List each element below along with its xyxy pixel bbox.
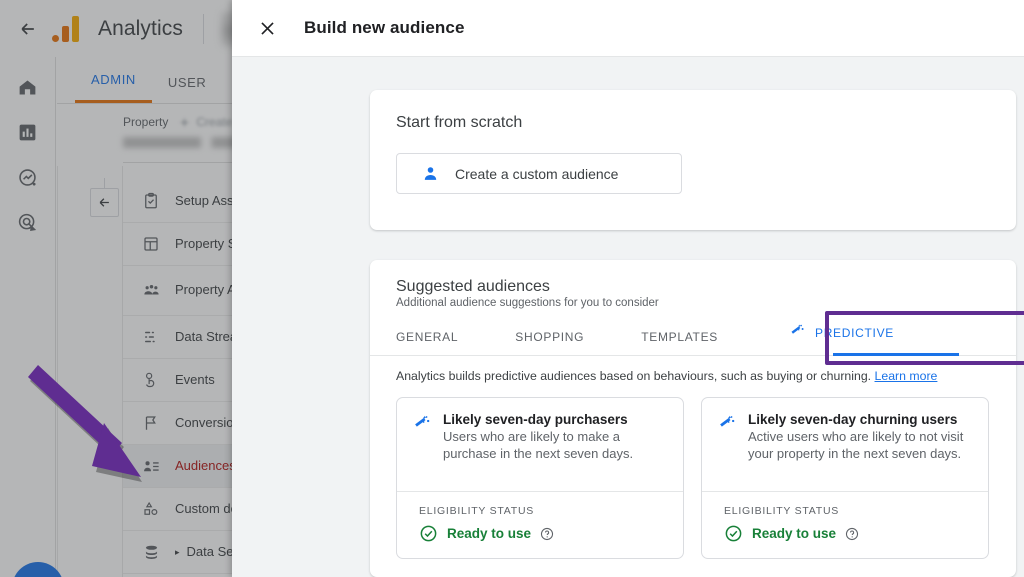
status-badge: Ready to use: [447, 526, 532, 541]
audience-card-top: Likely seven-day churning users Active u…: [702, 398, 988, 491]
create-custom-audience-button[interactable]: Create a custom audience: [396, 153, 682, 194]
audience-card-likely-seven-day-purchasers[interactable]: Likely seven-day purchasers Users who ar…: [396, 397, 684, 559]
audience-card-likely-seven-day-churning-users[interactable]: Likely seven-day churning users Active u…: [701, 397, 989, 559]
check-circle-icon: [724, 524, 743, 543]
tab-templates[interactable]: TEMPLATES: [641, 330, 718, 355]
tab-general[interactable]: GENERAL: [396, 330, 458, 355]
eligibility-status-label: ELIGIBILITY STATUS: [724, 505, 840, 517]
check-circle-icon: [419, 524, 438, 543]
suggested-audiences-tabs: GENERAL SHOPPING TEMPLATES PREDICTIVE: [370, 311, 1024, 365]
predictive-note: Analytics builds predictive audiences ba…: [370, 356, 1016, 397]
audience-card-eligibility: ELIGIBILITY STATUS Ready to use: [397, 491, 683, 558]
eligibility-status-label: ELIGIBILITY STATUS: [419, 505, 535, 517]
dialog-body: Start from scratch Create a custom audie…: [232, 57, 1024, 577]
suggested-audiences-heading: Suggested audiences: [396, 278, 550, 295]
audience-card-top: Likely seven-day purchasers Users who ar…: [397, 398, 683, 491]
create-custom-audience-label: Create a custom audience: [455, 165, 619, 182]
suggested-audiences-header: Suggested audiences Additional audience …: [370, 260, 1016, 309]
dialog-title: Build new audience: [304, 18, 465, 37]
magic-wand-icon: [788, 323, 805, 343]
predictive-note-text: Analytics builds predictive audiences ba…: [396, 369, 872, 383]
build-new-audience-dialog: Build new audience Start from scratch Cr…: [232, 0, 1024, 577]
help-circle-icon[interactable]: [540, 527, 554, 541]
person-icon: [421, 164, 440, 183]
tab-shopping[interactable]: SHOPPING: [515, 330, 584, 355]
suggested-audiences-subheading: Additional audience suggestions for you …: [396, 297, 659, 309]
tab-predictive[interactable]: PREDICTIVE: [788, 323, 894, 355]
screenshot-root: Analytics ADMIN USER Property Create Set…: [0, 0, 1024, 577]
audience-card-title: Likely seven-day purchasers: [443, 412, 628, 427]
tab-predictive-label: PREDICTIVE: [814, 326, 894, 340]
audience-card-title: Likely seven-day churning users: [748, 412, 958, 427]
close-icon[interactable]: [254, 15, 280, 41]
magic-wand-icon: [716, 414, 736, 475]
dialog-header: Build new audience: [232, 0, 1024, 57]
suggested-audiences-card: Suggested audiences Additional audience …: [370, 260, 1024, 577]
active-tab-underline: [833, 353, 959, 356]
start-from-scratch-heading: Start from scratch: [396, 114, 523, 131]
magic-wand-icon: [411, 414, 431, 475]
audience-card-description: Users who are likely to make a purchase …: [443, 429, 634, 462]
audience-card-eligibility: ELIGIBILITY STATUS Ready to use: [702, 491, 988, 558]
predictive-audience-cards: Likely seven-day purchasers Users who ar…: [370, 397, 1016, 577]
start-from-scratch-card: Start from scratch Create a custom audie…: [370, 90, 1016, 230]
help-circle-icon[interactable]: [845, 527, 859, 541]
modal-scrim[interactable]: [0, 0, 232, 577]
status-badge: Ready to use: [752, 526, 837, 541]
audience-card-description: Active users who are likely to not visit…: [748, 429, 964, 462]
learn-more-link[interactable]: Learn more: [875, 369, 938, 383]
